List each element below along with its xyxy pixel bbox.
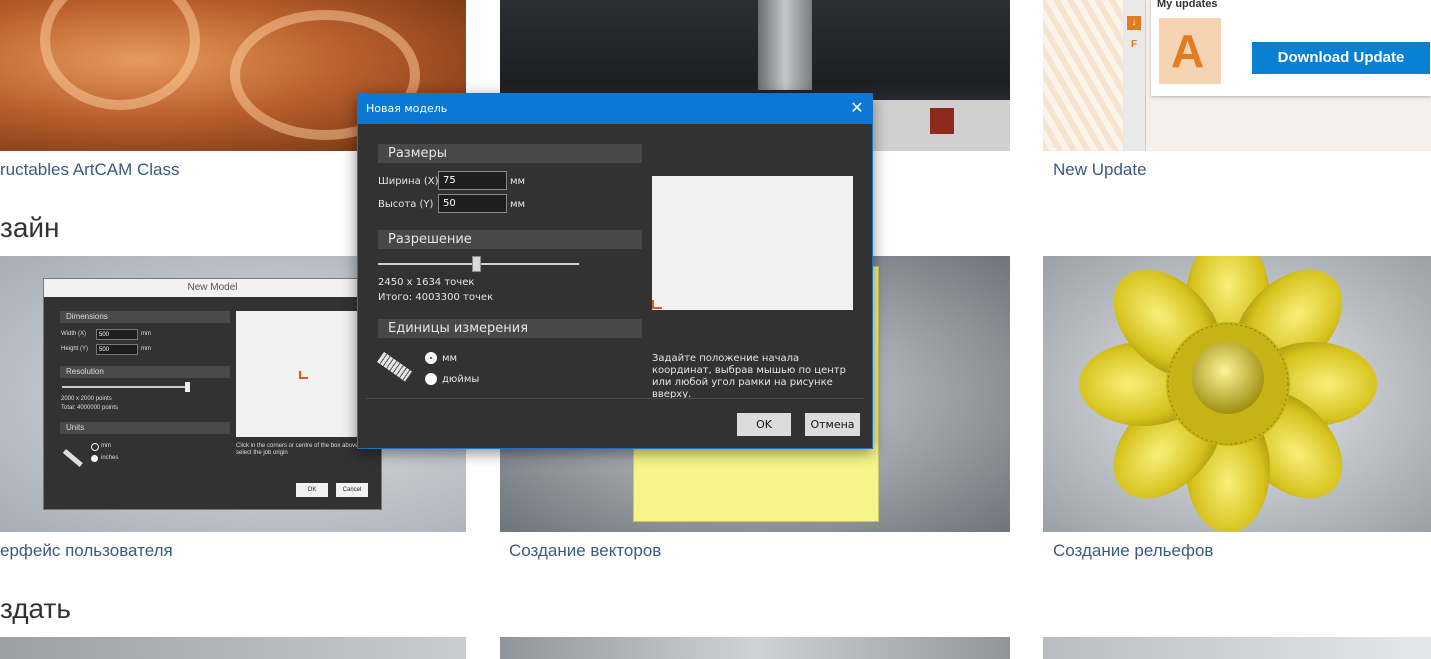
origin-hint: Задайте положение начала координат, выбр… [652, 353, 846, 400]
mini-height-input: 500 [96, 344, 138, 355]
mini-width-unit: mm [141, 331, 151, 337]
mini-height-unit: mm [141, 346, 151, 352]
updates-panel-title: My updates [1157, 0, 1218, 10]
new-model-dialog: Новая модель ✕ Размеры Ширина (X) мм Выс… [357, 93, 873, 449]
cancel-button[interactable]: Отмена [805, 413, 860, 436]
card-caption-create-vectors[interactable]: Создание векторов [509, 541, 661, 561]
dialog-title: Новая модель [366, 102, 448, 115]
resolution-total: Итого: 4003300 точек [378, 292, 494, 303]
mini-ruler-icon [62, 449, 83, 467]
height-input[interactable] [438, 194, 507, 213]
origin-preview-box[interactable] [652, 176, 853, 310]
section-title-design: зайн [0, 212, 60, 243]
update-sidebar-icon: ↓ [1127, 16, 1141, 30]
flower-relief-icon [1079, 256, 1377, 532]
unit-inches-label[interactable]: дюймы [442, 374, 479, 385]
cnc-part [930, 108, 954, 134]
mini-hint: Click in the corners or centre of the bo… [236, 443, 366, 456]
mini-resolution-knob [185, 382, 190, 392]
thumbnail-bottom-1[interactable] [0, 637, 466, 659]
height-unit: мм [510, 199, 526, 210]
dialog-title-bar[interactable]: Новая модель ✕ [358, 94, 872, 124]
cnc-spindle [758, 0, 812, 90]
card-caption-new-update[interactable]: New Update [1053, 160, 1147, 180]
dialog-separator [366, 398, 864, 399]
mini-new-model-dialog: New Model Dimensions Width (X) 500 mm He… [43, 278, 382, 510]
section-resolution: Разрешение [378, 230, 642, 249]
card-caption-artcam-class[interactable]: ructables ArtCAM Class [0, 160, 180, 180]
resolution-points: 2450 x 1634 точек [378, 277, 475, 288]
thumbnail-bottom-3[interactable] [1043, 637, 1431, 659]
resolution-slider-thumb[interactable] [471, 256, 481, 272]
mini-origin-marker [299, 371, 308, 379]
thumbnail-create-reliefs[interactable] [1043, 256, 1431, 532]
origin-marker-icon [652, 300, 662, 309]
mini-width-input: 500 [96, 329, 138, 340]
ok-button[interactable]: OK [737, 413, 791, 436]
mini-section-dimensions: Dimensions [60, 311, 230, 323]
mini-width-label: Width (X) [61, 331, 87, 337]
height-label: Высота (Y) [378, 199, 434, 210]
radio-mm[interactable] [425, 352, 437, 364]
mini-dialog-title: New Model [44, 279, 381, 297]
close-icon[interactable]: ✕ [848, 99, 866, 117]
mini-cancel-button: Cancel [336, 483, 368, 497]
mini-ok-button: OK [296, 483, 328, 497]
mini-unit-inches: inches [101, 455, 119, 461]
width-input[interactable] [438, 171, 507, 190]
mini-height-label: Height (Y) [61, 346, 89, 352]
radio-inches[interactable] [425, 373, 437, 385]
mini-section-units: Units [60, 422, 230, 434]
thumbnail-bottom-2[interactable] [500, 637, 1010, 659]
mini-section-resolution: Resolution [60, 366, 230, 378]
card-caption-create-reliefs[interactable]: Создание рельефов [1053, 541, 1213, 561]
section-units: Единицы измерения [378, 319, 642, 338]
download-update-button[interactable]: Download Update [1252, 42, 1430, 74]
thumbnail-new-update[interactable]: ↓ F My updates A Download Update [1043, 0, 1431, 151]
autodesk-logo-icon: A [1159, 18, 1221, 84]
mini-points: 2000 x 2000 points [61, 396, 112, 402]
section-dimensions: Размеры [378, 144, 642, 163]
mini-unit-mm: mm [101, 443, 111, 449]
mini-radio-mm [91, 443, 99, 451]
update-sidebar-icon: F [1130, 39, 1138, 50]
mini-resolution-slider [62, 386, 190, 388]
card-caption-user-interface[interactable]: ерфейс пользователя [0, 541, 173, 561]
section-title-create: здать [0, 593, 71, 624]
width-label: Ширина (X) [378, 176, 439, 187]
updates-panel: My updates A Download Update [1151, 0, 1431, 96]
width-unit: мм [510, 176, 526, 187]
ruler-icon [377, 352, 412, 382]
mini-total: Total: 4000000 points [61, 405, 119, 411]
unit-mm-label[interactable]: мм [442, 353, 457, 364]
carving-detail [40, 0, 200, 110]
mini-radio-inches [91, 455, 98, 462]
